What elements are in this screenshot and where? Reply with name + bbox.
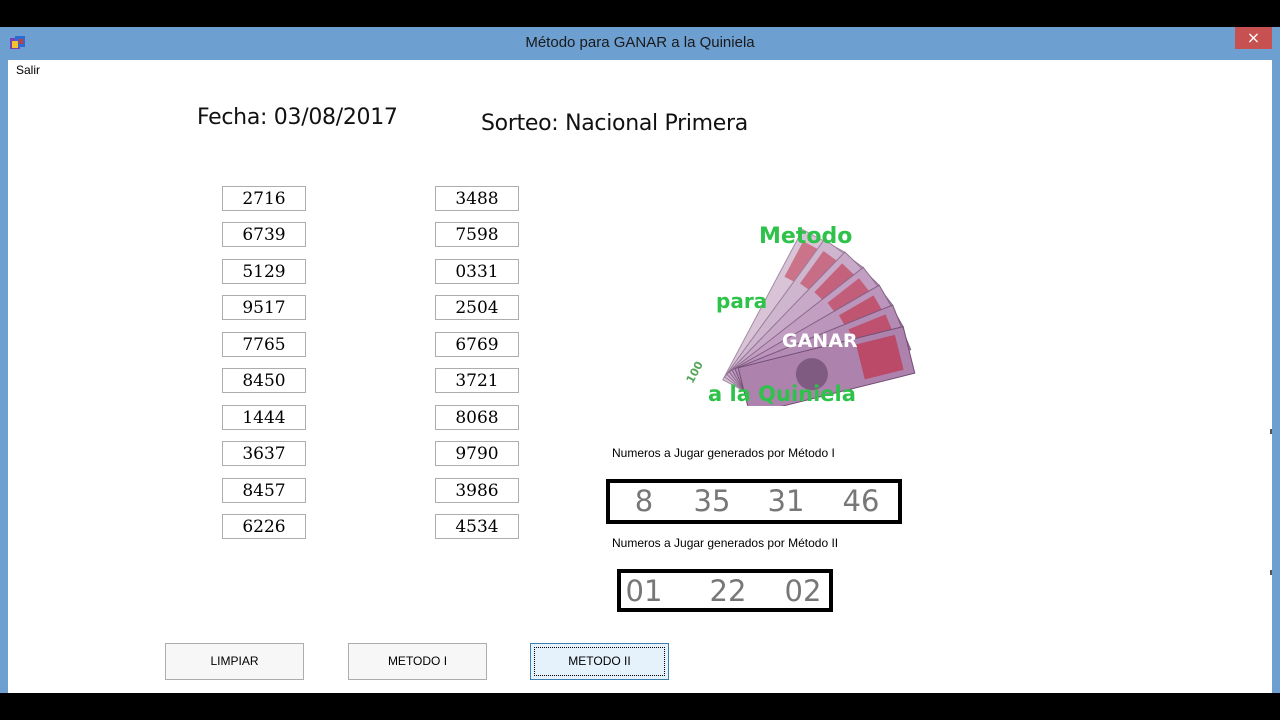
metodo1-value-4: 46 — [842, 484, 880, 518]
number-field-left-10[interactable]: 6226 — [222, 514, 306, 539]
metodo1-label: Numeros a Jugar generados por Método I — [612, 446, 835, 460]
metodo1-button[interactable]: METODO I — [348, 643, 487, 680]
metodo2-value-1: 01 — [625, 574, 663, 608]
logo-text-quiniela: a la Quiniela — [708, 382, 856, 406]
number-field-right-7[interactable]: 8068 — [435, 405, 519, 430]
logo-text-metodo: Metodo — [759, 224, 852, 249]
number-field-left-3[interactable]: 5129 — [222, 259, 306, 284]
number-field-right-3[interactable]: 0331 — [435, 259, 519, 284]
number-field-left-7[interactable]: 1444 — [222, 405, 306, 430]
sorteo-label: Sorteo: Nacional Primera — [481, 111, 748, 136]
logo-image: Metodo para GANAR a la Quiniela 100 — [684, 224, 916, 406]
fecha-label: Fecha: 03/08/2017 — [197, 105, 398, 130]
metodo2-result-box: 01 22 02 — [617, 569, 833, 612]
number-field-right-4[interactable]: 2504 — [435, 295, 519, 320]
metodo2-label: Numeros a Jugar generados por Método II — [612, 536, 839, 550]
number-field-left-2[interactable]: 6739 — [222, 222, 306, 247]
resize-edge-mark — [1270, 429, 1272, 434]
metodo2-button[interactable]: METODO II — [530, 643, 669, 680]
title-bar[interactable]: Método para GANAR a la Quiniela × — [0, 27, 1280, 60]
number-field-left-4[interactable]: 9517 — [222, 295, 306, 320]
number-field-right-1[interactable]: 3488 — [435, 186, 519, 211]
metodo2-value-3: 02 — [784, 574, 822, 608]
menu-item-salir[interactable]: Salir — [16, 63, 40, 77]
focus-rectangle — [534, 647, 665, 676]
logo-note-value: 100 — [684, 359, 706, 386]
number-field-right-10[interactable]: 4534 — [435, 514, 519, 539]
number-field-left-9[interactable]: 8457 — [222, 478, 306, 503]
number-field-left-5[interactable]: 7765 — [222, 332, 306, 357]
limpiar-button[interactable]: LIMPIAR — [165, 643, 304, 680]
number-field-left-1[interactable]: 2716 — [222, 186, 306, 211]
number-field-right-6[interactable]: 3721 — [435, 368, 519, 393]
resize-edge-mark — [1270, 570, 1272, 575]
metodo2-value-2: 22 — [709, 574, 747, 608]
logo-text-para: para — [716, 289, 767, 313]
app-window: Método para GANAR a la Quiniela × Salir … — [0, 27, 1280, 693]
window-title: Método para GANAR a la Quiniela — [525, 34, 755, 51]
logo-text-ganar: GANAR — [782, 330, 858, 352]
number-field-right-8[interactable]: 9790 — [435, 441, 519, 466]
number-field-right-9[interactable]: 3986 — [435, 478, 519, 503]
number-field-left-8[interactable]: 3637 — [222, 441, 306, 466]
number-field-right-5[interactable]: 6769 — [435, 332, 519, 357]
number-field-right-2[interactable]: 7598 — [435, 222, 519, 247]
metodo1-result-box: 8 35 31 46 — [606, 479, 902, 524]
number-field-left-6[interactable]: 8450 — [222, 368, 306, 393]
close-button[interactable]: × — [1235, 27, 1272, 49]
metodo1-value-3: 31 — [767, 484, 805, 518]
banknote-fan-icon — [722, 228, 916, 406]
client-area: Salir Fecha: 03/08/2017 Sorteo: Nacional… — [8, 60, 1272, 693]
metodo1-value-2: 35 — [693, 484, 731, 518]
metodo1-value-1: 8 — [634, 484, 654, 518]
